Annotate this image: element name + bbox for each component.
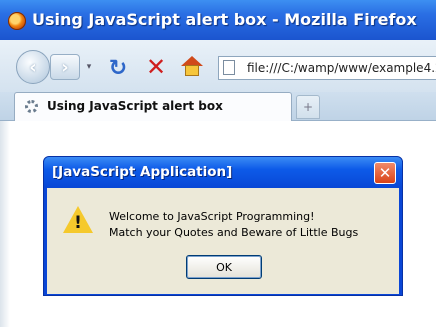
back-button[interactable]: ‹ — [16, 50, 50, 84]
home-icon-body — [185, 65, 199, 76]
loading-spinner-icon — [25, 100, 38, 113]
stop-icon: ✕ — [145, 53, 167, 81]
new-tab-button[interactable]: + — [296, 95, 320, 119]
forward-button[interactable]: › — [50, 54, 80, 80]
browser-titlebar: Using JavaScript alert box - Mozilla Fir… — [0, 0, 436, 40]
dialog-titlebar: [JavaScript Application] ✕ — [44, 157, 402, 188]
reload-button[interactable]: ↻ — [106, 55, 130, 81]
alert-dialog: [JavaScript Application] ✕ ! Welcome to … — [43, 156, 403, 296]
history-dropdown-button[interactable]: ▾ — [82, 56, 96, 78]
tab-label: Using JavaScript alert box — [47, 99, 223, 113]
chevron-down-icon: ▾ — [86, 62, 92, 72]
dialog-message-line2: Match your Quotes and Beware of Little B… — [109, 226, 359, 239]
address-url: file:///C:/wamp/www/example4.2o — [247, 61, 436, 75]
back-arrow-icon: ‹ — [29, 56, 37, 78]
firefox-logo-icon — [8, 12, 26, 30]
page-icon — [223, 60, 235, 75]
dialog-close-button[interactable]: ✕ — [374, 162, 396, 184]
window-title: Using JavaScript alert box - Mozilla Fir… — [32, 10, 417, 29]
warning-exclamation: ! — [74, 213, 82, 233]
forward-arrow-icon: › — [61, 56, 69, 78]
dialog-body: ! Welcome to JavaScript Programming! Mat… — [47, 188, 399, 294]
dialog-message-line1: Welcome to JavaScript Programming! — [109, 210, 315, 223]
address-bar[interactable]: file:///C:/wamp/www/example4.2o — [218, 56, 436, 80]
tab-active[interactable]: Using JavaScript alert box — [14, 92, 292, 121]
ok-button[interactable]: OK — [186, 255, 262, 279]
home-button[interactable] — [180, 56, 204, 78]
plus-icon: + — [302, 100, 314, 114]
close-icon: ✕ — [378, 164, 392, 182]
content-edge — [0, 121, 10, 327]
dialog-title: [JavaScript Application] — [52, 164, 233, 180]
stop-button[interactable]: ✕ — [144, 53, 168, 81]
reload-icon: ↻ — [108, 55, 128, 81]
